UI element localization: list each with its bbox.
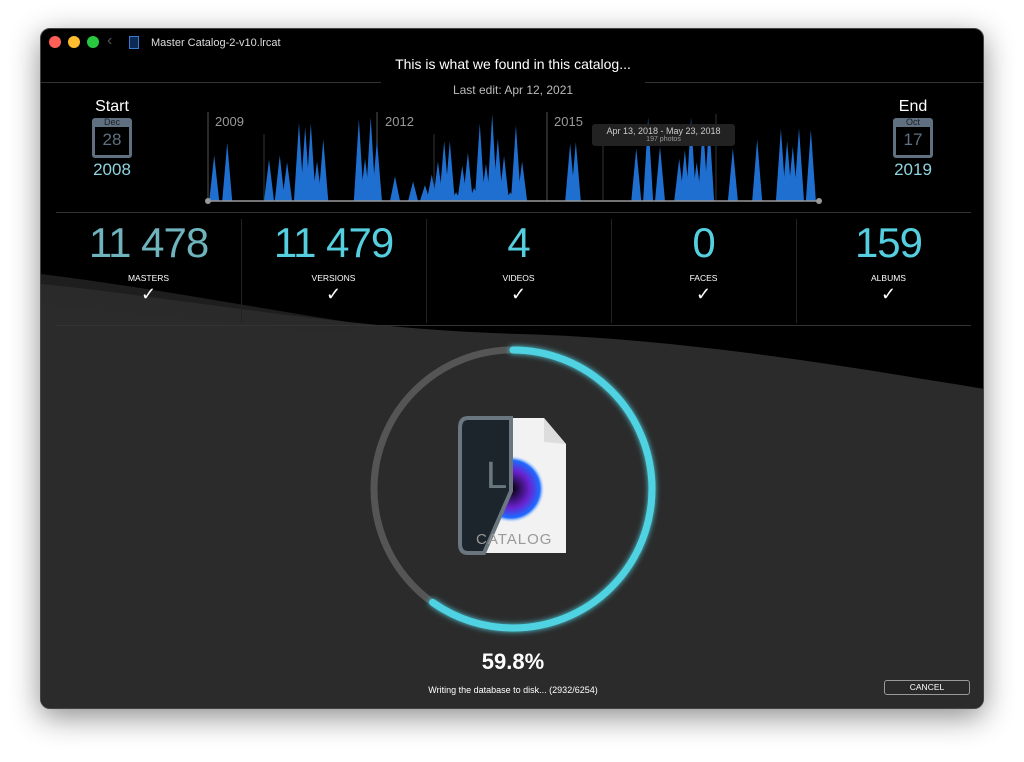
end-month: Oct bbox=[905, 117, 920, 127]
timeline-end-handle[interactable] bbox=[816, 198, 822, 204]
stat-versions: 11 479 VERSIONS ✓ bbox=[241, 219, 426, 305]
stat-masters: 11 478 MASTERS ✓ bbox=[56, 219, 241, 305]
stat-albums: 159 ALBUMS ✓ bbox=[796, 219, 981, 305]
stat-value: 159 bbox=[854, 219, 923, 266]
minimize-window-button[interactable] bbox=[68, 36, 80, 48]
timeline-spike bbox=[631, 148, 642, 201]
checkmark-icon: ✓ bbox=[140, 284, 157, 304]
timeline-spike bbox=[390, 176, 401, 201]
divider bbox=[611, 219, 612, 323]
stat-label: ALBUMS bbox=[871, 273, 906, 283]
zoom-window-button[interactable] bbox=[87, 36, 99, 48]
icon-caption: CATALOG bbox=[476, 531, 552, 548]
divider bbox=[426, 219, 427, 323]
stat-value: 11 479 bbox=[273, 219, 394, 266]
timeline-spike bbox=[264, 159, 275, 201]
start-day: 28 bbox=[102, 130, 122, 149]
timeline-spike bbox=[462, 152, 473, 201]
stat-value: 4 bbox=[507, 219, 530, 266]
timeline-spike bbox=[282, 162, 293, 201]
divider bbox=[241, 219, 242, 323]
tooltip-range: Apr 13, 2018 - May 23, 2018 bbox=[606, 126, 721, 136]
end-date: End Oct 17 2019 bbox=[882, 98, 944, 180]
start-year: 2008 bbox=[93, 160, 131, 179]
end-day: 17 bbox=[903, 130, 923, 149]
checkmark-icon: ✓ bbox=[695, 284, 712, 304]
lrcat-file-icon bbox=[129, 36, 139, 49]
timeline-spike bbox=[408, 181, 419, 201]
back-chevron-icon[interactable]: ‹ bbox=[107, 32, 112, 50]
progress-status: Writing the database to disk... (2932/62… bbox=[428, 685, 598, 695]
start-month: Dec bbox=[103, 117, 120, 127]
timeline-spike bbox=[655, 146, 665, 201]
checkmark-icon: ✓ bbox=[880, 284, 897, 304]
timeline-tooltip: Apr 13, 2018 - May 23, 2018 197 photos bbox=[592, 124, 735, 146]
stat-value: 0 bbox=[692, 219, 715, 266]
stat-label: VERSIONS bbox=[311, 273, 356, 283]
start-label: Start bbox=[95, 98, 129, 115]
checkmark-icon: ✓ bbox=[325, 284, 342, 304]
divider bbox=[56, 212, 971, 213]
app-window: ‹ Master Catalog-2-v10.lrcat This is wha… bbox=[40, 28, 984, 709]
timeline-start-handle[interactable] bbox=[205, 198, 211, 204]
window-title: Master Catalog-2-v10.lrcat bbox=[151, 37, 281, 49]
year-label: 2012 bbox=[385, 114, 414, 129]
icon-letter: L bbox=[486, 455, 507, 497]
lightroom-catalog-icon: L CATALOG bbox=[458, 416, 566, 555]
stat-label: VIDEOS bbox=[502, 273, 535, 283]
timeline-spike bbox=[727, 148, 738, 201]
start-date: Start Dec 28 2008 bbox=[81, 98, 143, 180]
stat-label: MASTERS bbox=[127, 273, 170, 283]
calendar-icon: Dec 28 bbox=[92, 117, 132, 158]
progress-percent: 59.8% bbox=[481, 649, 545, 674]
last-edit-date: Last edit: Apr 12, 2021 bbox=[452, 83, 574, 97]
stat-value: 11 478 bbox=[88, 219, 209, 266]
stat-label: FACES bbox=[689, 273, 718, 283]
timeline-spike bbox=[209, 155, 220, 201]
stat-faces: 0 FACES ✓ bbox=[611, 219, 796, 305]
cancel-button[interactable]: CANCEL bbox=[884, 680, 970, 695]
calendar-icon: Oct 17 bbox=[893, 117, 933, 158]
end-year: 2019 bbox=[894, 160, 932, 179]
timeline-spike bbox=[752, 139, 763, 201]
timeline-spike bbox=[222, 142, 233, 201]
divider bbox=[796, 219, 797, 323]
divider bbox=[56, 325, 971, 326]
close-window-button[interactable] bbox=[49, 36, 61, 48]
timeline-spike bbox=[793, 127, 804, 201]
page-heading: This is what we found in this catalog... bbox=[395, 56, 631, 72]
timeline-spike bbox=[318, 139, 329, 201]
checkmark-icon: ✓ bbox=[510, 284, 527, 304]
tooltip-count: 197 photos bbox=[646, 136, 681, 143]
year-label: 2015 bbox=[554, 114, 583, 129]
end-label: End bbox=[898, 98, 928, 115]
year-label: 2009 bbox=[215, 114, 244, 129]
stat-videos: 4 VIDEOS ✓ bbox=[426, 219, 611, 305]
timeline-spike bbox=[805, 129, 816, 201]
